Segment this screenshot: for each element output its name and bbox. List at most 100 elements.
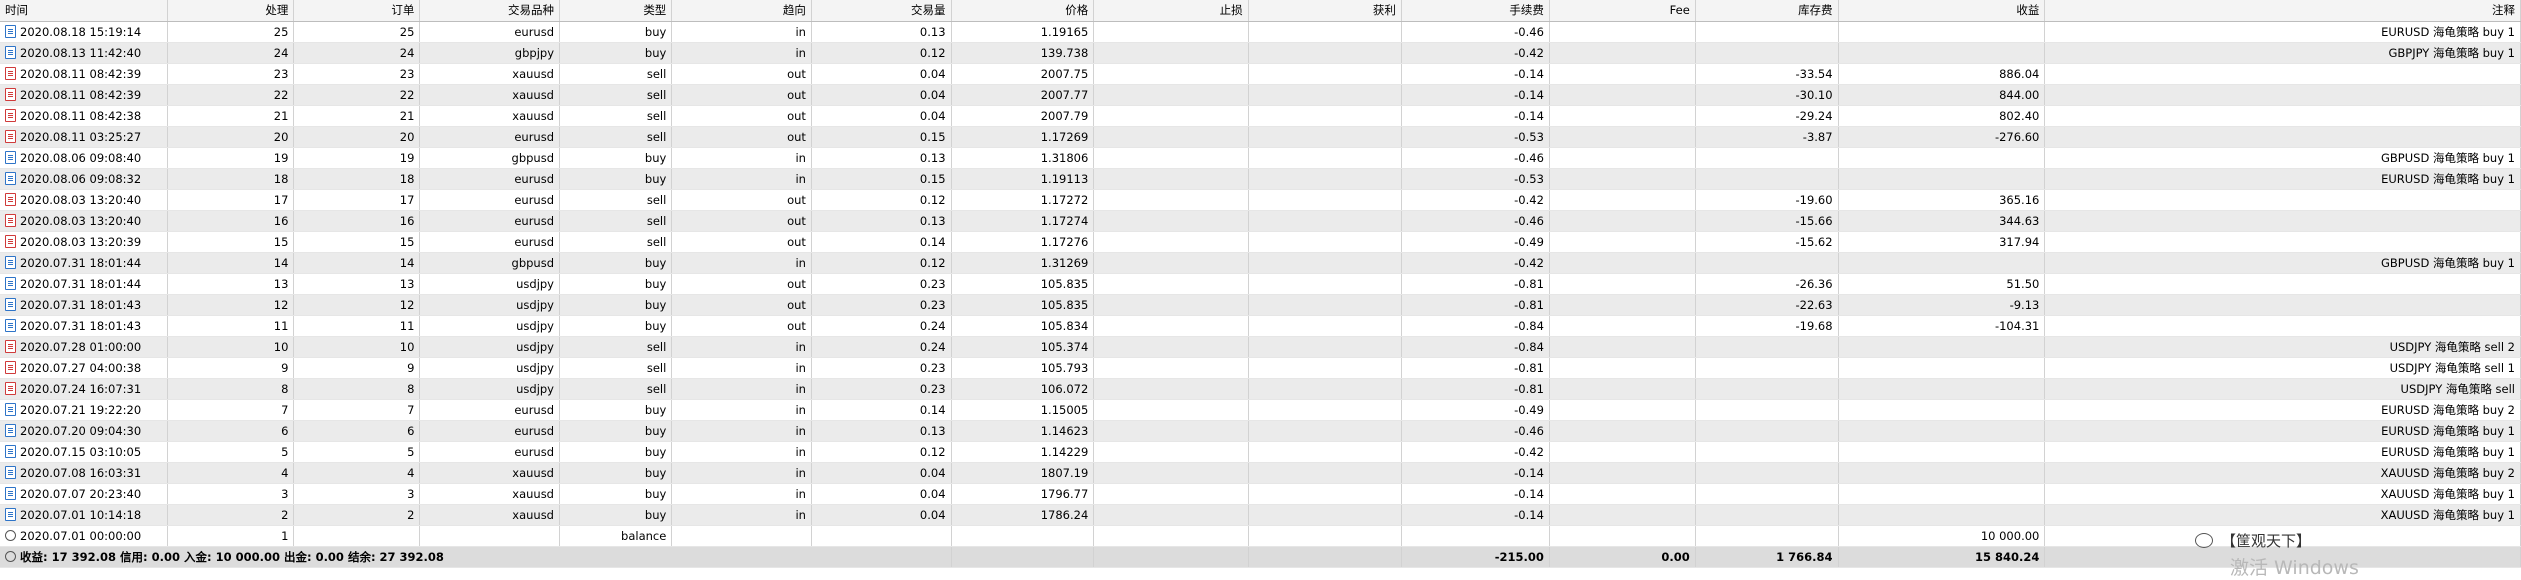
- cell-symbol: xauusd: [419, 105, 560, 127]
- table-row[interactable]: 2020.07.24 16:07:31 8 8 usdjpy sell in 0.23 106…: [0, 378, 2521, 400]
- table-row[interactable]: 2020.07.31 18:01:43 12 12 usdjpy buy out 0.23 1…: [0, 294, 2521, 316]
- cell-profit: 317.94: [1838, 231, 2046, 253]
- cell-volume: 0.04: [811, 63, 952, 85]
- col-header-direction[interactable]: 趋向: [671, 0, 812, 22]
- table-row[interactable]: 2020.08.03 13:20:40 17 17 eurusd sell out 0.12…: [0, 189, 2521, 211]
- cell-commission: -0.42: [1401, 189, 1550, 211]
- table-row[interactable]: 2020.08.11 03:25:27 20 20 eurusd sell out 0.15…: [0, 126, 2521, 148]
- cell-deal: 5: [167, 441, 295, 463]
- table-row[interactable]: 2020.07.07 20:23:40 3 3 xauusd buy in 0.04 1796…: [0, 483, 2521, 505]
- cell-tp: [1248, 168, 1402, 190]
- cell-deal: 25: [167, 21, 295, 43]
- cell-type: sell: [559, 336, 673, 358]
- table-row[interactable]: 2020.08.11 08:42:39 22 22 xauusd sell out 0.04…: [0, 84, 2521, 106]
- table-row[interactable]: 2020.07.28 01:00:00 10 10 usdjpy sell in 0.24 1…: [0, 336, 2521, 358]
- cell-time-text: 2020.07.27 04:00:38: [20, 360, 142, 375]
- cell-commission: -0.81: [1401, 378, 1550, 400]
- cell-comment: [2044, 294, 2521, 316]
- cell-volume: [811, 525, 952, 547]
- col-header-order[interactable]: 订单: [293, 0, 421, 22]
- cell-type: buy: [559, 21, 673, 43]
- col-header-volume[interactable]: 交易量: [811, 0, 952, 22]
- cell-price: 105.374: [951, 336, 1095, 358]
- cell-price: 1.19165: [951, 21, 1095, 43]
- cell-sl: [1093, 420, 1249, 442]
- table-row[interactable]: 2020.08.11 08:42:38 21 21 xauusd sell out 0.04…: [0, 105, 2521, 127]
- cell-price: 105.835: [951, 294, 1095, 316]
- cell-sl: [1093, 126, 1249, 148]
- cell-swap: [1695, 147, 1839, 169]
- cell-swap: [1695, 252, 1839, 274]
- buy-deal-icon: [5, 276, 16, 290]
- col-header-comment[interactable]: 注释: [2044, 0, 2521, 22]
- col-header-tp[interactable]: 获利: [1248, 0, 1402, 22]
- table-row[interactable]: 2020.07.15 03:10:05 5 5 eurusd buy in 0.12 1.14…: [0, 441, 2521, 463]
- col-header-sl[interactable]: 止损: [1093, 0, 1249, 22]
- cell-deal: 16: [167, 210, 295, 232]
- summary-empty-sl: [1093, 545, 1249, 568]
- wechat-icon: [2195, 533, 2213, 548]
- cell-direction: in: [671, 483, 812, 505]
- cell-type: buy: [559, 147, 673, 169]
- cell-time: 2020.07.31 18:01:43: [0, 315, 169, 337]
- table-row[interactable]: 2020.07.21 19:22:20 7 7 eurusd buy in 0.14 1.15…: [0, 399, 2521, 421]
- table-row[interactable]: 2020.07.31 18:01:43 11 11 usdjpy buy out 0.24 1…: [0, 315, 2521, 337]
- summary-row[interactable]: 收益: 17 392.08 信用: 0.00 入金: 10 000.00 出金:…: [0, 545, 2521, 568]
- cell-sl: [1093, 231, 1249, 253]
- cell-volume: 0.12: [811, 42, 952, 64]
- col-header-price[interactable]: 价格: [951, 0, 1095, 22]
- sell-deal-icon: [5, 381, 16, 395]
- cell-time: 2020.08.03 13:20:40: [0, 189, 169, 211]
- table-row[interactable]: 2020.08.11 08:42:39 23 23 xauusd sell out 0.04…: [0, 63, 2521, 85]
- cell-time-text: 2020.08.06 09:08:40: [20, 150, 142, 165]
- table-row[interactable]: 2020.07.08 16:03:31 4 4 xauusd buy in 0.04 1807…: [0, 462, 2521, 484]
- cell-time: 2020.08.11 08:42:38: [0, 105, 169, 127]
- summary-empty-tp: [1248, 545, 1402, 568]
- table-row[interactable]: 2020.07.31 18:01:44 13 13 usdjpy buy out 0.23 1…: [0, 273, 2521, 295]
- col-header-symbol[interactable]: 交易品种: [419, 0, 560, 22]
- cell-order: 13: [293, 273, 421, 295]
- cell-price: 1.17272: [951, 189, 1095, 211]
- cell-profit: -104.31: [1838, 315, 2046, 337]
- cell-time-text: 2020.08.18 15:19:14: [20, 24, 142, 39]
- table-row[interactable]: 2020.08.03 13:20:39 15 15 eurusd sell out 0.14…: [0, 231, 2521, 253]
- cell-profit: 365.16: [1838, 189, 2046, 211]
- header-row: 时间 处理 订单 交易品种 类型 趋向 交易量 价格 止损 获利 手续费 Fee…: [0, 0, 2521, 22]
- col-header-type[interactable]: 类型: [559, 0, 673, 22]
- cell-time: 2020.07.20 09:04:30: [0, 420, 169, 442]
- cell-symbol: [419, 525, 560, 547]
- cell-volume: 0.23: [811, 294, 952, 316]
- col-header-deal[interactable]: 处理: [167, 0, 295, 22]
- table-row[interactable]: 2020.08.18 15:19:14 25 25 eurusd buy in 0.13 1.…: [0, 21, 2521, 43]
- col-header-swap[interactable]: 库存费: [1695, 0, 1839, 22]
- table-row[interactable]: 2020.08.13 11:42:40 24 24 gbpjpy buy in 0.12 13…: [0, 42, 2521, 64]
- cell-time: 2020.08.13 11:42:40: [0, 42, 169, 64]
- table-row[interactable]: 2020.07.27 04:00:38 9 9 usdjpy sell in 0.23 105…: [0, 357, 2521, 379]
- cell-direction: in: [671, 504, 812, 526]
- cell-fee: [1549, 231, 1696, 253]
- table-row[interactable]: 2020.08.06 09:08:40 19 19 gbpusd buy in 0.13 1.…: [0, 147, 2521, 169]
- col-header-profit[interactable]: 收益: [1838, 0, 2046, 22]
- col-header-time[interactable]: 时间: [0, 0, 169, 22]
- col-header-commission[interactable]: 手续费: [1401, 0, 1550, 22]
- table-row[interactable]: 2020.07.20 09:04:30 6 6 eurusd buy in 0.13 1.14…: [0, 420, 2521, 442]
- cell-deal: 22: [167, 84, 295, 106]
- cell-type: sell: [559, 105, 673, 127]
- table-row[interactable]: 2020.07.31 18:01:44 14 14 gbpusd buy in 0.12 1.…: [0, 252, 2521, 274]
- cell-type: buy: [559, 420, 673, 442]
- table-row[interactable]: 2020.08.06 09:08:32 18 18 eurusd buy in 0.15 1.…: [0, 168, 2521, 190]
- cell-symbol: xauusd: [419, 462, 560, 484]
- cell-symbol: eurusd: [419, 420, 560, 442]
- table-row[interactable]: 2020.08.03 13:20:40 16 16 eurusd sell out 0.13…: [0, 210, 2521, 232]
- cell-deal: 8: [167, 378, 295, 400]
- col-header-fee[interactable]: Fee: [1549, 0, 1696, 22]
- table-row[interactable]: 2020.07.01 00:00:00 1 balance 10 000.00: [0, 525, 2521, 547]
- table-row[interactable]: 2020.07.01 10:14:18 2 2 xauusd buy in 0.04 1786…: [0, 504, 2521, 526]
- cell-profit: [1838, 504, 2046, 526]
- cell-swap: [1695, 462, 1839, 484]
- cell-comment: [2044, 84, 2521, 106]
- buy-deal-icon: [5, 45, 16, 59]
- cell-time: 2020.07.01 00:00:00: [0, 525, 169, 547]
- cell-time: 2020.08.06 09:08:32: [0, 168, 169, 190]
- sell-deal-icon: [5, 108, 16, 122]
